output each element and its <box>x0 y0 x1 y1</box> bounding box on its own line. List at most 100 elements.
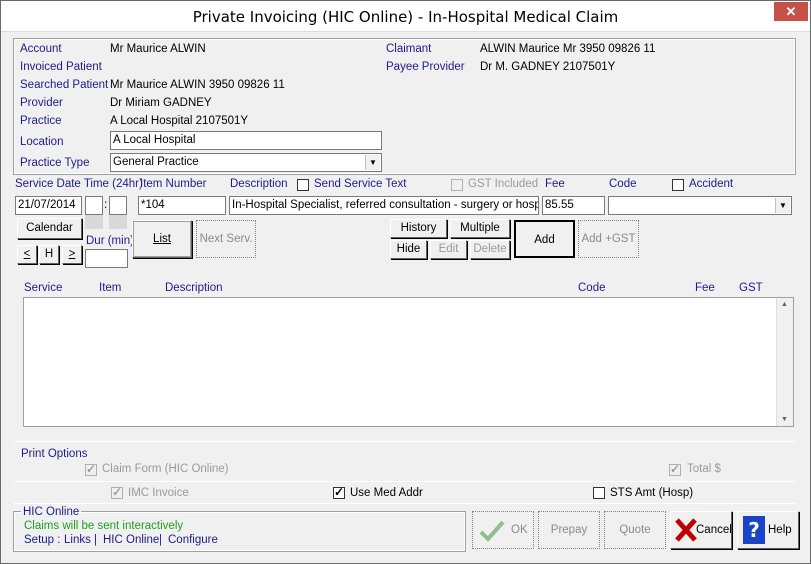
provider-value: Dr Miriam GADNEY <box>110 97 212 109</box>
close-icon[interactable]: ✕ <box>774 2 808 21</box>
divider <box>14 503 795 504</box>
time-separator: : <box>104 199 108 211</box>
searched-patient-label: Searched Patient <box>20 79 109 91</box>
column-service[interactable]: Service <box>24 282 62 294</box>
chevron-down-icon[interactable]: ▼ <box>365 155 380 170</box>
claim-form-label: Claim Form (HIC Online) <box>102 463 229 475</box>
use-med-addr-checkbox[interactable] <box>333 485 345 499</box>
column-fee[interactable]: Fee <box>695 282 715 294</box>
prepay-button[interactable]: Prepay <box>538 511 600 549</box>
send-service-text-label: Send Service Text <box>314 178 407 190</box>
total-label: Total $ <box>687 463 721 475</box>
claim-form-checkbox[interactable] <box>85 462 97 476</box>
add-gst-button[interactable]: Add +GST <box>578 220 639 258</box>
ok-button[interactable]: OK <box>472 511 534 549</box>
divider <box>14 441 795 442</box>
chevron-down-icon[interactable]: ▼ <box>775 198 790 213</box>
column-code[interactable]: Code <box>578 282 606 294</box>
claimant-label: Claimant <box>386 43 432 55</box>
list-scrollbar[interactable]: ▲ ▼ <box>776 298 793 426</box>
accident-checkbox[interactable] <box>672 179 684 191</box>
cancel-label: Cancel <box>696 524 732 536</box>
practice-type-value: General Practice <box>113 156 199 168</box>
print-options-title: Print Options <box>21 448 88 460</box>
gst-included-checkbox[interactable] <box>451 179 463 191</box>
location-label: Location <box>20 136 64 148</box>
practice-type-select[interactable]: General Practice ▼ <box>110 153 382 172</box>
multiple-button[interactable]: Multiple <box>450 219 510 238</box>
window-title: Private Invoicing (HIC Online) - In-Hosp… <box>192 8 619 26</box>
claimant-value: ALWIN Maurice Mr 3950 09826 11 <box>480 43 656 55</box>
services-list[interactable]: ▲ ▼ <box>23 297 794 427</box>
claim-window: Private Invoicing (HIC Online) - In-Hosp… <box>0 0 811 564</box>
ok-label: OK <box>511 524 528 536</box>
delete-button[interactable]: Delete <box>470 240 510 259</box>
prev-label: < <box>23 248 31 260</box>
searched-patient-value: Mr Maurice ALWIN 3950 09826 11 <box>110 79 285 91</box>
send-service-text-checkbox[interactable] <box>297 179 309 191</box>
edit-button[interactable]: Edit <box>430 240 467 259</box>
hour-spin[interactable] <box>85 215 103 229</box>
service-date-field[interactable]: 21/07/2014 <box>15 196 82 215</box>
sts-amt-label: STS Amt (Hosp) <box>610 487 694 499</box>
cancel-button[interactable]: Cancel <box>670 511 732 549</box>
hour-field[interactable] <box>85 196 103 215</box>
scroll-up-icon[interactable]: ▲ <box>781 301 788 308</box>
add-button[interactable]: Add <box>514 220 575 258</box>
divider <box>14 481 795 482</box>
duration-label: Dur (min) <box>86 235 134 247</box>
code-label: Code <box>609 178 637 190</box>
help-button[interactable]: ? Help <box>737 511 799 549</box>
next-day-button[interactable]: > <box>62 245 82 264</box>
links-link[interactable]: Links <box>64 534 91 546</box>
quote-button[interactable]: Quote <box>604 511 666 549</box>
item-number-label: Item Number <box>140 178 207 190</box>
help-label: Help <box>768 524 792 536</box>
list-label: List <box>153 233 171 245</box>
hic-online-title: HIC Online <box>21 506 82 518</box>
next-serv-button[interactable]: Next Serv. <box>196 220 256 258</box>
link-separator: | <box>94 534 97 546</box>
service-date-label: Service Date Time (24hr) <box>15 178 143 190</box>
fee-field[interactable]: 85.55 <box>542 196 605 215</box>
location-field[interactable]: A Local Hospital <box>110 131 382 150</box>
invoiced-patient-label: Invoiced Patient <box>20 61 102 73</box>
hic-status-text: Claims will be sent interactively <box>24 520 184 532</box>
hic-online-link[interactable]: HIC Online <box>103 534 159 546</box>
gst-included-label: GST Included <box>468 178 539 190</box>
minute-field[interactable] <box>109 196 127 215</box>
calendar-button[interactable]: Calendar <box>17 218 82 239</box>
total-checkbox[interactable] <box>669 462 681 476</box>
duration-field[interactable] <box>85 249 128 268</box>
column-item[interactable]: Item <box>99 282 121 294</box>
next-label: > <box>68 248 76 260</box>
imc-invoice-checkbox[interactable] <box>111 485 123 499</box>
practice-label: Practice <box>20 115 62 127</box>
accident-label: Accident <box>689 178 734 190</box>
imc-invoice-label: IMC Invoice <box>128 487 189 499</box>
history-button[interactable]: History <box>390 219 447 238</box>
scroll-down-icon[interactable]: ▼ <box>781 416 788 423</box>
provider-label: Provider <box>20 97 63 109</box>
fee-label: Fee <box>545 178 565 190</box>
hide-button[interactable]: Hide <box>390 240 427 259</box>
column-gst[interactable]: GST <box>739 282 763 294</box>
column-description[interactable]: Description <box>165 282 223 294</box>
today-button[interactable]: H <box>39 245 59 264</box>
minute-spin[interactable] <box>109 215 127 229</box>
configure-link[interactable]: Configure <box>168 534 218 546</box>
svg-text:?: ? <box>748 518 760 542</box>
sts-amt-checkbox[interactable] <box>593 487 605 499</box>
list-button[interactable]: List <box>132 220 192 258</box>
item-number-field[interactable]: *104 <box>138 196 226 215</box>
prev-day-button[interactable]: < <box>17 245 37 264</box>
description-label: Description <box>230 178 288 190</box>
account-value: Mr Maurice ALWIN <box>110 43 206 55</box>
practice-type-label: Practice Type <box>20 157 90 169</box>
close-icon <box>675 518 697 542</box>
code-select[interactable]: ▼ <box>608 196 792 215</box>
help-icon: ? <box>743 516 765 544</box>
payee-provider-label: Payee Provider <box>386 61 465 73</box>
use-med-addr-label: Use Med Addr <box>350 487 423 499</box>
description-field[interactable]: In-Hospital Specialist, referred consult… <box>229 196 539 215</box>
